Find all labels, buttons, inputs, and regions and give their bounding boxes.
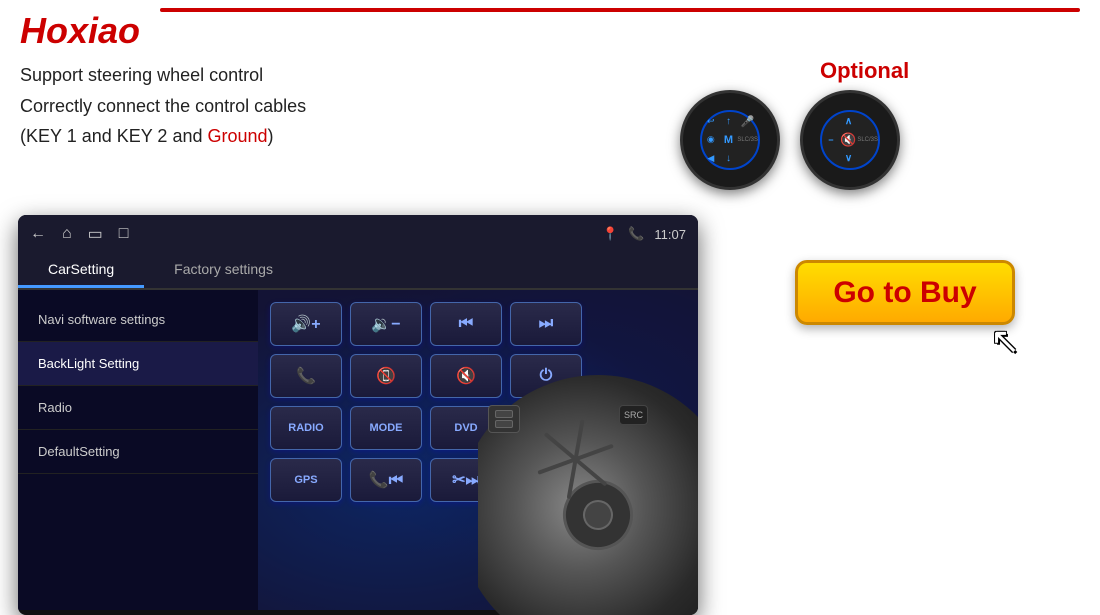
tagline-3: (KEY 1 and KEY 2 and Ground) bbox=[20, 121, 306, 152]
gps-label: GPS bbox=[294, 474, 317, 486]
vol-down-icon: 🔉− bbox=[371, 314, 400, 334]
mute-icon: 🔇 bbox=[456, 366, 476, 386]
next-track-button[interactable]: ⏭ bbox=[510, 302, 582, 346]
ctrl2-minus: − bbox=[828, 135, 833, 145]
wheel-src-label: SRC bbox=[619, 405, 648, 425]
ctrl1-down: ↓ bbox=[726, 153, 731, 164]
next-call-icon: ✂⏭ bbox=[452, 470, 480, 490]
recents-icon[interactable]: ▭ bbox=[88, 224, 103, 244]
end-call-button[interactable]: 📵 bbox=[350, 354, 422, 398]
dvd-label: DVD bbox=[454, 422, 477, 434]
go-to-buy-label: Go to Buy bbox=[833, 276, 976, 310]
answer-call-button[interactable]: 📞 bbox=[270, 354, 342, 398]
tab-factory-settings[interactable]: Factory settings bbox=[144, 253, 303, 288]
car-screen: ← ⌂ ▭ □ 📍 📞 11:07 CarSetting Factory set… bbox=[18, 215, 698, 615]
menu-navi-software[interactable]: Navi software settings bbox=[18, 298, 258, 342]
ground-highlight: Ground bbox=[207, 126, 267, 146]
menu-default-setting[interactable]: DefaultSetting bbox=[18, 430, 258, 474]
next-track-icon: ⏭ bbox=[539, 315, 553, 333]
menu-radio[interactable]: Radio bbox=[18, 386, 258, 430]
wheel-button-group-left bbox=[488, 405, 520, 433]
tab-carsetting[interactable]: CarSetting bbox=[18, 253, 144, 288]
ctrl2-mute: 🔇 bbox=[840, 132, 856, 148]
steering-wheel-area: SRC bbox=[478, 365, 698, 615]
clock: 11:07 bbox=[654, 227, 686, 242]
tagline-1: Support steering wheel control bbox=[20, 60, 306, 91]
steering-wheel-shape bbox=[478, 365, 698, 615]
vol-down-button[interactable]: 🔉− bbox=[350, 302, 422, 346]
steering-wheel-hub-inner bbox=[579, 496, 617, 534]
description-block: Support steering wheel control Correctly… bbox=[20, 60, 306, 152]
vol-up-button[interactable]: 🔊+ bbox=[270, 302, 342, 346]
prev-track-button[interactable]: ⏮ bbox=[430, 302, 502, 346]
end-call-icon: 📵 bbox=[376, 366, 396, 386]
button-row-1: 🔊+ 🔉− ⏮ ⏭ bbox=[270, 302, 686, 346]
radio-label: RADIO bbox=[288, 422, 323, 434]
ctrl1-mic: 🎤 bbox=[741, 115, 755, 128]
location-icon: 📍 bbox=[602, 226, 618, 242]
ctrl2-top: ∧ bbox=[845, 116, 852, 127]
prev-call-button[interactable]: 📞⏮ bbox=[350, 458, 422, 502]
ctrl2-down: ∨ bbox=[845, 153, 852, 164]
ctrl1-top: ↑ bbox=[726, 116, 731, 127]
steering-wheel-hub bbox=[553, 470, 643, 560]
home-icon[interactable]: ⌂ bbox=[62, 225, 72, 243]
ctrl1-m: M bbox=[724, 134, 733, 146]
screen-topbar: ← ⌂ ▭ □ 📍 📞 11:07 bbox=[18, 215, 698, 253]
spoke-right bbox=[544, 432, 608, 486]
answer-call-icon: 📞 bbox=[296, 366, 316, 386]
topbar-status: 📍 📞 11:07 bbox=[602, 226, 686, 242]
cursor-pointer-icon: ↖ bbox=[990, 320, 1020, 362]
brand-logo: Hoxiao bbox=[20, 10, 140, 52]
settings-tabs: CarSetting Factory settings bbox=[18, 253, 698, 290]
optional-label: Optional bbox=[820, 58, 909, 84]
vol-up-icon: 🔊+ bbox=[291, 314, 320, 334]
window-icon[interactable]: □ bbox=[119, 225, 129, 243]
controller-right-inner: ∧ − 🔇 SLC/3S ∨ bbox=[820, 110, 880, 170]
controller-right: ∧ − 🔇 SLC/3S ∨ bbox=[800, 90, 900, 190]
gps-button[interactable]: GPS bbox=[270, 458, 342, 502]
wheel-btn-2 bbox=[495, 420, 513, 428]
controller-left: ↩ ↑ 🎤 ◉ M SLC/3S ◀ ↓ bbox=[680, 90, 780, 190]
wheel-btn-1 bbox=[495, 410, 513, 418]
ctrl1-top-left: ↩ bbox=[707, 116, 715, 127]
tagline-2: Correctly connect the control cables bbox=[20, 91, 306, 122]
ctrl1-bottom-left: ◀ bbox=[707, 153, 714, 164]
mode-label: MODE bbox=[370, 422, 403, 434]
prev-track-icon: ⏮ bbox=[459, 315, 473, 333]
ctrl2-slc: SLC/3S bbox=[857, 137, 878, 143]
controller-left-inner: ↩ ↑ 🎤 ◉ M SLC/3S ◀ ↓ bbox=[700, 110, 760, 170]
ctrl1-slc: SLC/3S bbox=[737, 137, 758, 143]
src-text: SRC bbox=[624, 410, 643, 420]
controllers-section: ↩ ↑ 🎤 ◉ M SLC/3S ◀ ↓ ∧ − 🔇 SLC/3S bbox=[680, 90, 900, 190]
settings-left-menu: Navi software settings BackLight Setting… bbox=[18, 290, 258, 610]
prev-call-icon: 📞⏮ bbox=[369, 470, 403, 490]
top-line bbox=[160, 8, 1080, 12]
go-to-buy-button[interactable]: Go to Buy bbox=[795, 260, 1015, 325]
phone-icon: 📞 bbox=[628, 226, 644, 242]
menu-backlight-setting[interactable]: BackLight Setting bbox=[18, 342, 258, 386]
ctrl1-nav: ◉ bbox=[707, 134, 715, 145]
radio-button[interactable]: RADIO bbox=[270, 406, 342, 450]
back-icon[interactable]: ← bbox=[30, 225, 46, 243]
mode-button[interactable]: MODE bbox=[350, 406, 422, 450]
